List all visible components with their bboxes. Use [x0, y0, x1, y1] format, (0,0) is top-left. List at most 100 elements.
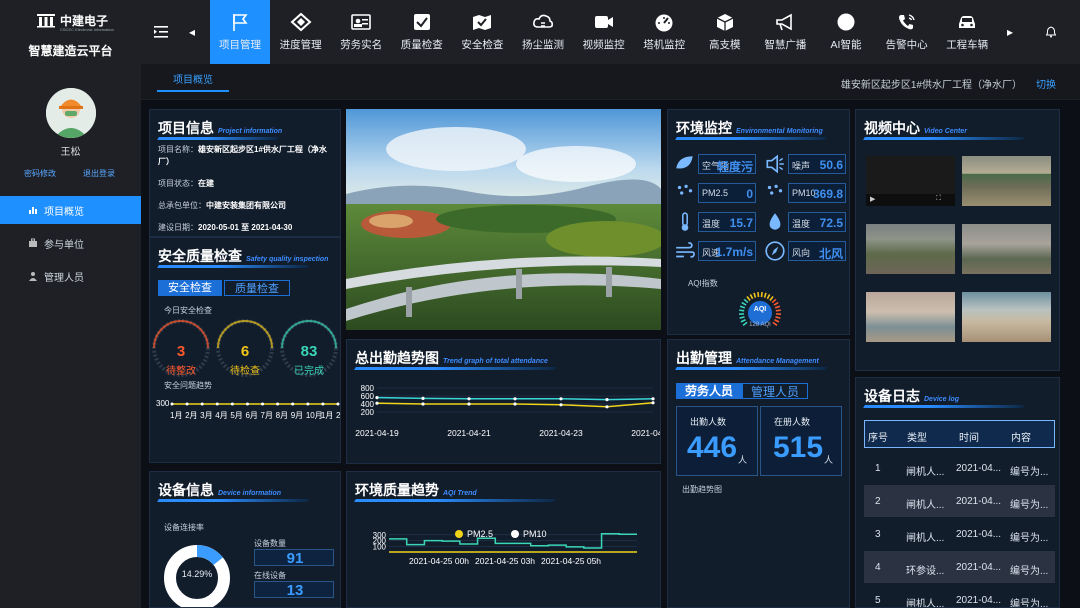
video-thumbnail[interactable]: [962, 224, 1051, 274]
diamond-icon: [290, 12, 312, 32]
tab-cube[interactable]: 高支模: [695, 0, 755, 64]
tab-label: 安全检查: [461, 39, 504, 51]
x-tick-label: 4月: [215, 411, 227, 420]
table-cell: 编号为...: [1010, 500, 1049, 511]
checkbox-icon: [413, 14, 430, 30]
tab-map-check[interactable]: 安全检查: [452, 0, 512, 64]
gauge-value: 6: [240, 343, 250, 360]
tab-management-staff[interactable]: 管理人员: [742, 383, 808, 399]
tab-diamond[interactable]: 进度管理: [271, 0, 331, 64]
gauge-tick: [746, 296, 751, 301]
data-point: [375, 396, 379, 400]
switch-project-link[interactable]: 切换: [1036, 76, 1056, 91]
change-password-link[interactable]: 密码修改: [24, 168, 56, 179]
sidebar-item-project-overview[interactable]: 项目概览: [0, 196, 141, 224]
tab-labor-staff[interactable]: 劳务人员: [676, 383, 742, 399]
legend-label: PM10: [523, 529, 547, 539]
caret-right-icon: ▸: [1006, 25, 1014, 39]
phone-alert-icon: [898, 14, 915, 30]
table-cell: 2: [875, 496, 881, 507]
scroll-left-button[interactable]: ◂: [185, 0, 199, 64]
tab-label: 工程车辆: [946, 39, 989, 51]
table-row[interactable]: 2 闸机人... 2021-04... 编号为...: [864, 485, 1055, 517]
x-tick-label: 3月: [200, 411, 212, 420]
video-thumbnail[interactable]: ▶ ⛶: [866, 156, 955, 206]
table-cell: 4: [875, 562, 881, 573]
map-check-icon: [473, 15, 492, 30]
person-icon: [29, 272, 37, 281]
present-count: 446: [687, 431, 738, 464]
project-name: 项目名称：雄安新区起步区1#供水厂工程（净水厂）: [158, 145, 327, 166]
x-tick-label: 7月: [261, 411, 273, 420]
table-row[interactable]: 3 闸机人... 2021-04... 编号为...: [864, 518, 1055, 550]
tab-car[interactable]: 工程车辆: [937, 0, 997, 64]
sub-navigation: 项目概览 雄安新区起步区1#供水厂工程（净水厂） 切换: [141, 64, 1080, 100]
tab-ai-circle[interactable]: AI智能: [816, 0, 876, 64]
tab-speedometer[interactable]: 塔机监控: [634, 0, 694, 64]
tab-label: 视频监控: [582, 39, 625, 51]
tab-project-overview[interactable]: 项目概览: [157, 72, 229, 92]
video-thumbnail[interactable]: [866, 292, 955, 342]
table-cell: 3: [875, 529, 881, 540]
device-log-header: 序号 类型 时间 内容: [864, 420, 1055, 448]
tab-label: 进度管理: [279, 39, 322, 51]
device-info-panel: 设备信息 Device information 设备连接率 14.29% 设备数量…: [149, 471, 341, 608]
attendance-trend-panel: 总出勤趋势图 Trend graph of total attendance 80…: [346, 339, 661, 464]
attendance-panel: 出勤管理 Attendance Management 劳务人员 管理人员 出勤人数…: [667, 339, 850, 608]
table-cell: 2021-04...: [956, 463, 1002, 474]
fullscreen-icon: ⛶: [936, 195, 941, 202]
data-point: [559, 397, 563, 401]
x-tick-label: 8月: [276, 411, 288, 420]
project-date: 建设日期：2020-05-01 至 2021-04-30: [158, 223, 293, 232]
table-row[interactable]: 4 环参设... 2021-04... 编号为...: [864, 551, 1055, 583]
x-tick-label: 2021-04-19: [355, 428, 399, 438]
scroll-right-button[interactable]: ▸: [1003, 0, 1017, 64]
x-tick-label: 2021-04-25: [631, 428, 661, 438]
bell-icon: [1046, 26, 1056, 38]
data-point: [261, 402, 265, 406]
sidebar-item-managers[interactable]: 管理人员: [0, 262, 141, 290]
sidebar: 中建电子 CSCEC Electronic Information 智慧建造云平…: [0, 0, 141, 608]
tab-phone-alert[interactable]: 告警中心: [877, 0, 937, 64]
table-row[interactable]: 1 闸机人... 2021-04... 编号为...: [864, 452, 1055, 484]
video-controls: ▶ ⛶: [866, 194, 955, 206]
tab-id-card[interactable]: 劳务实名: [331, 0, 391, 64]
avatar[interactable]: [46, 88, 96, 138]
title-underline: [675, 367, 827, 370]
data-point: [375, 401, 379, 405]
platform-name: 智慧建造云平台: [28, 44, 113, 58]
sidebar-item-label: 项目概览: [44, 206, 84, 218]
title-underline: [863, 405, 1025, 408]
tab-video-camera[interactable]: 视频监控: [574, 0, 634, 64]
sidebar-item-participants[interactable]: 参与单位: [0, 229, 141, 257]
megaphone-icon: [776, 13, 793, 31]
present-count-box: 出勤人数 446 人: [676, 406, 758, 476]
tab-megaphone[interactable]: 智慧广播: [755, 0, 815, 64]
video-thumbnail[interactable]: [866, 224, 955, 274]
menu-fold-button[interactable]: [151, 0, 171, 64]
x-tick-label: 9月: [291, 411, 303, 420]
notification-button[interactable]: [1041, 0, 1061, 64]
table-row[interactable]: 5 闸机人... 2021-04... 编号为...: [864, 584, 1055, 607]
data-point: [215, 402, 219, 406]
table-cell: 环参设...: [906, 566, 945, 577]
aqi-gauge: [738, 292, 782, 326]
data-point: [605, 405, 609, 409]
video-thumbnail[interactable]: [962, 292, 1051, 342]
panel-title: 项目信息 Project information: [158, 120, 283, 136]
table-cell: 闸机人...: [906, 500, 945, 511]
video-thumbnail[interactable]: [962, 156, 1051, 206]
logout-link[interactable]: 退出登录: [83, 168, 115, 179]
tab-flag[interactable]: 项目管理: [210, 0, 270, 64]
gauge-tick: [753, 292, 757, 298]
project-contractor: 总承包单位：中建安装集团有限公司: [158, 201, 286, 210]
username: 王松: [60, 147, 81, 158]
menu-fold-icon: [154, 26, 168, 38]
online-count-box: 13: [254, 581, 334, 599]
gauge-tick: [771, 298, 777, 304]
tab-checkbox[interactable]: 质量检查: [392, 0, 452, 64]
table-cell: 闸机人...: [906, 533, 945, 544]
table-cell: 闸机人...: [906, 467, 945, 478]
tab-cloud[interactable]: 扬尘监测: [513, 0, 573, 64]
cube-icon: [716, 14, 734, 31]
